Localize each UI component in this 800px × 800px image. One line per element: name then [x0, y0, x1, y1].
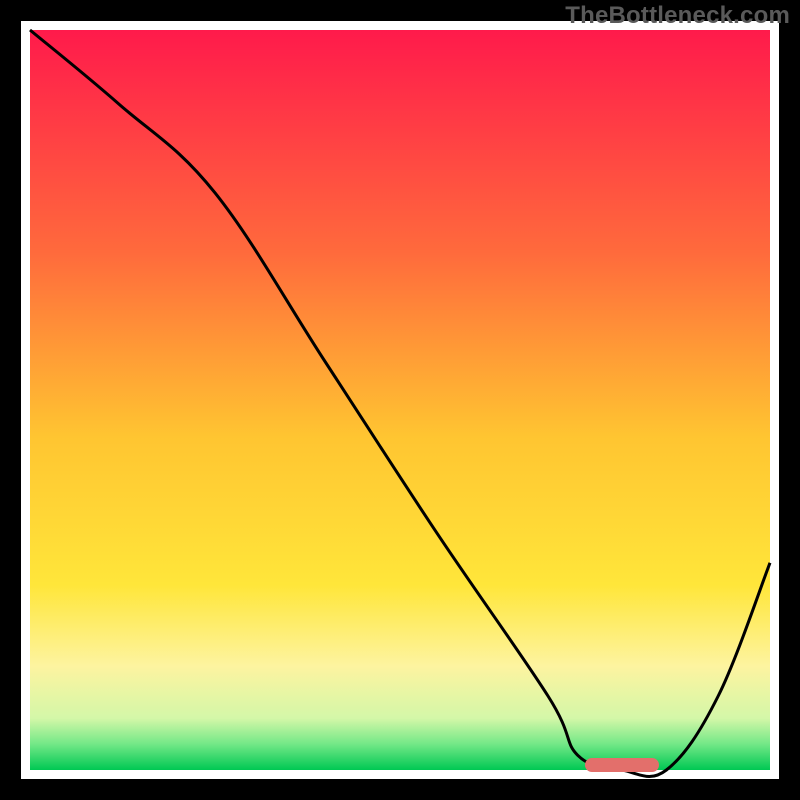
- chart-frame: TheBottleneck.com: [0, 0, 800, 800]
- optimal-range-marker: [585, 758, 659, 772]
- watermark-text: TheBottleneck.com: [565, 2, 790, 30]
- plot-background: [30, 30, 770, 770]
- bottleneck-plot: [0, 0, 800, 800]
